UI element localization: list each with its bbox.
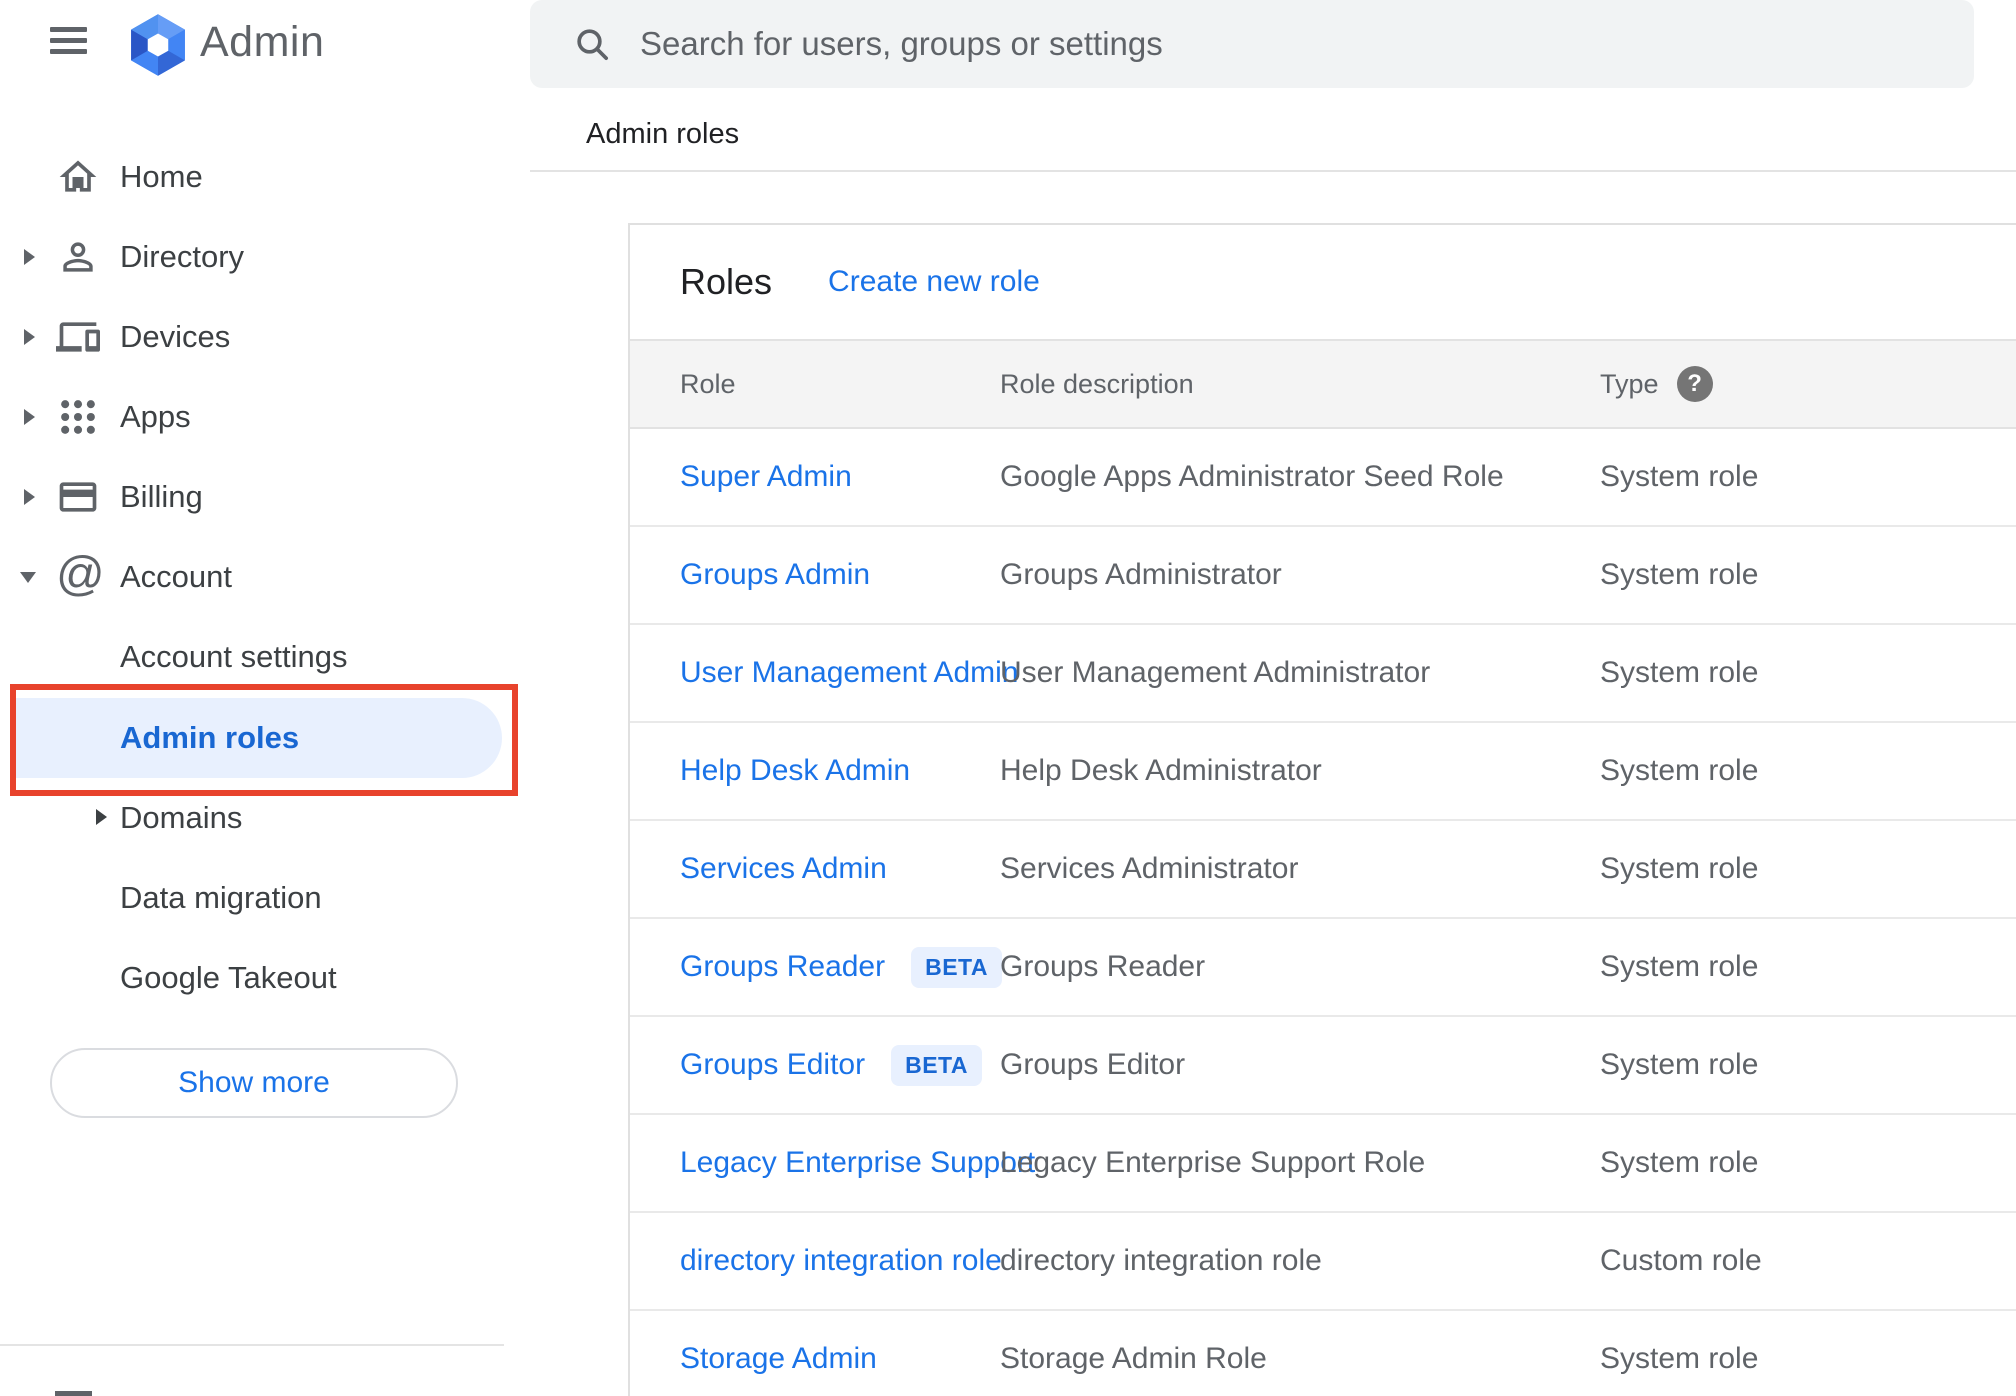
table-header-row: Role Role description Type ? <box>630 339 2016 429</box>
search-icon <box>572 24 612 64</box>
sidebar-item-admin-roles[interactable]: Admin roles <box>16 698 502 778</box>
role-description: Groups Administrator <box>1000 558 1282 591</box>
role-type: System role <box>1600 558 1759 591</box>
role-link[interactable]: Legacy Enterprise Support <box>680 1146 1035 1180</box>
chevron-right-icon[interactable] <box>24 249 35 265</box>
search-bar <box>530 0 1974 88</box>
chevron-right-icon[interactable] <box>24 489 35 505</box>
table-row: Groups Admin Groups Administrator System… <box>630 527 2016 625</box>
table-row: Super Admin Google Apps Administrator Se… <box>630 429 2016 527</box>
role-description: directory integration role <box>1000 1244 1322 1277</box>
sidebar-item-label: Account <box>120 559 233 594</box>
sidebar-item-account-settings[interactable]: Account settings <box>0 617 530 697</box>
sidebar-item-domains[interactable]: Domains <box>0 778 530 858</box>
role-description: Google Apps Administrator Seed Role <box>1000 460 1504 493</box>
column-header-role: Role <box>680 368 736 399</box>
chevron-right-icon[interactable] <box>24 409 35 425</box>
person-icon <box>56 235 100 279</box>
sidebar-item-data-migration[interactable]: Data migration <box>0 858 530 938</box>
role-link[interactable]: Storage Admin <box>680 1342 877 1376</box>
role-type: System role <box>1600 950 1759 983</box>
role-type: System role <box>1600 1342 1759 1375</box>
apps-grid-icon <box>56 395 100 439</box>
role-type: System role <box>1600 754 1759 787</box>
sidebar-divider <box>0 1344 504 1346</box>
role-link[interactable]: Help Desk Admin <box>680 754 910 788</box>
beta-badge: BETA <box>891 1044 982 1086</box>
column-header-role-description: Role description <box>1000 368 1194 399</box>
panel-title: Roles <box>680 261 773 302</box>
role-type: System role <box>1600 460 1759 493</box>
role-type: System role <box>1600 1048 1759 1081</box>
sidebar-item-directory[interactable]: Directory <box>0 217 530 297</box>
roles-panel: Roles Create new role Role Role descript… <box>628 223 2016 1396</box>
at-sign-icon: @ <box>56 548 105 601</box>
role-link[interactable]: directory integration role <box>680 1244 1002 1278</box>
role-link[interactable]: Groups Editor <box>680 1048 865 1082</box>
role-link[interactable]: Groups Admin <box>680 558 870 592</box>
role-type: System role <box>1600 656 1759 689</box>
role-description: Help Desk Administrator <box>1000 754 1322 787</box>
sidebar-item-label: Directory <box>120 239 245 274</box>
sidebar-item-label: Data migration <box>120 880 322 915</box>
role-type: System role <box>1600 1146 1759 1179</box>
column-header-type: Type <box>1600 368 1659 399</box>
role-description: Legacy Enterprise Support Role <box>1000 1146 1426 1179</box>
devices-icon <box>56 315 100 359</box>
sidebar-item-label: Devices <box>120 319 231 354</box>
breadcrumb: Admin roles <box>586 118 740 150</box>
table-row: Services Admin Services Administrator Sy… <box>630 821 2016 919</box>
role-type: Custom role <box>1600 1244 1762 1277</box>
home-icon <box>56 155 100 199</box>
header-divider <box>530 170 2016 172</box>
table-row: Groups Editor BETA Groups Editor System … <box>630 1017 2016 1115</box>
sidebar-item-billing[interactable]: Billing <box>0 457 530 537</box>
sidebar-item-label: Domains <box>120 800 243 835</box>
sidebar-item-label: Apps <box>120 399 191 434</box>
roles-panel-header: Roles Create new role <box>630 225 2016 339</box>
role-link[interactable]: User Management Admin <box>680 656 1019 690</box>
create-new-role-link[interactable]: Create new role <box>828 265 1040 299</box>
sidebar-item-label: Home <box>120 159 203 194</box>
chevron-right-icon[interactable] <box>24 329 35 345</box>
hamburger-menu-icon[interactable] <box>50 26 90 58</box>
table-row: User Management Admin User Management Ad… <box>630 625 2016 723</box>
admin-hexagon-logo-icon <box>126 13 190 77</box>
sidebar-item-home[interactable]: Home <box>0 137 530 217</box>
sidebar-item-apps[interactable]: Apps <box>0 377 530 457</box>
sidebar: Admin Home Directory Devices Apps Billin… <box>0 0 530 1396</box>
beta-badge: BETA <box>911 946 1003 988</box>
search-input[interactable] <box>640 25 1974 63</box>
table-row: Help Desk Admin Help Desk Administrator … <box>630 723 2016 821</box>
credit-card-icon <box>56 475 100 519</box>
question-mark-help-icon[interactable]: ? <box>1676 366 1713 402</box>
sidebar-item-label: Admin roles <box>120 720 300 755</box>
sidebar-item-account[interactable]: @ Account <box>0 537 530 617</box>
partial-bottom-icon <box>55 1391 92 1396</box>
role-description: Groups Editor <box>1000 1048 1186 1081</box>
show-more-button[interactable]: Show more <box>50 1048 458 1118</box>
role-description: Services Administrator <box>1000 852 1299 885</box>
sidebar-item-devices[interactable]: Devices <box>0 297 530 377</box>
role-type: System role <box>1600 852 1759 885</box>
app-title: Admin <box>200 18 325 66</box>
sidebar-item-label: Google Takeout <box>120 960 337 995</box>
role-link[interactable]: Groups Reader <box>680 950 885 984</box>
table-row: Legacy Enterprise Support Legacy Enterpr… <box>630 1115 2016 1213</box>
role-link[interactable]: Services Admin <box>680 852 887 886</box>
chevron-right-icon[interactable] <box>96 809 107 825</box>
role-description: Groups Reader <box>1000 950 1206 983</box>
role-description: User Management Administrator <box>1000 656 1431 689</box>
role-description: Storage Admin Role <box>1000 1342 1267 1375</box>
sidebar-item-google-takeout[interactable]: Google Takeout <box>0 938 530 1018</box>
table-row: directory integration role directory int… <box>630 1213 2016 1311</box>
table-row: Storage Admin Storage Admin Role System … <box>630 1311 2016 1396</box>
sidebar-item-label: Billing <box>120 479 203 514</box>
role-link[interactable]: Super Admin <box>680 460 852 494</box>
chevron-down-icon[interactable] <box>20 572 36 583</box>
table-row: Groups Reader BETA Groups Reader System … <box>630 919 2016 1017</box>
admin-console-page: Admin Home Directory Devices Apps Billin… <box>0 0 2016 1396</box>
sidebar-item-label: Account settings <box>120 639 348 674</box>
